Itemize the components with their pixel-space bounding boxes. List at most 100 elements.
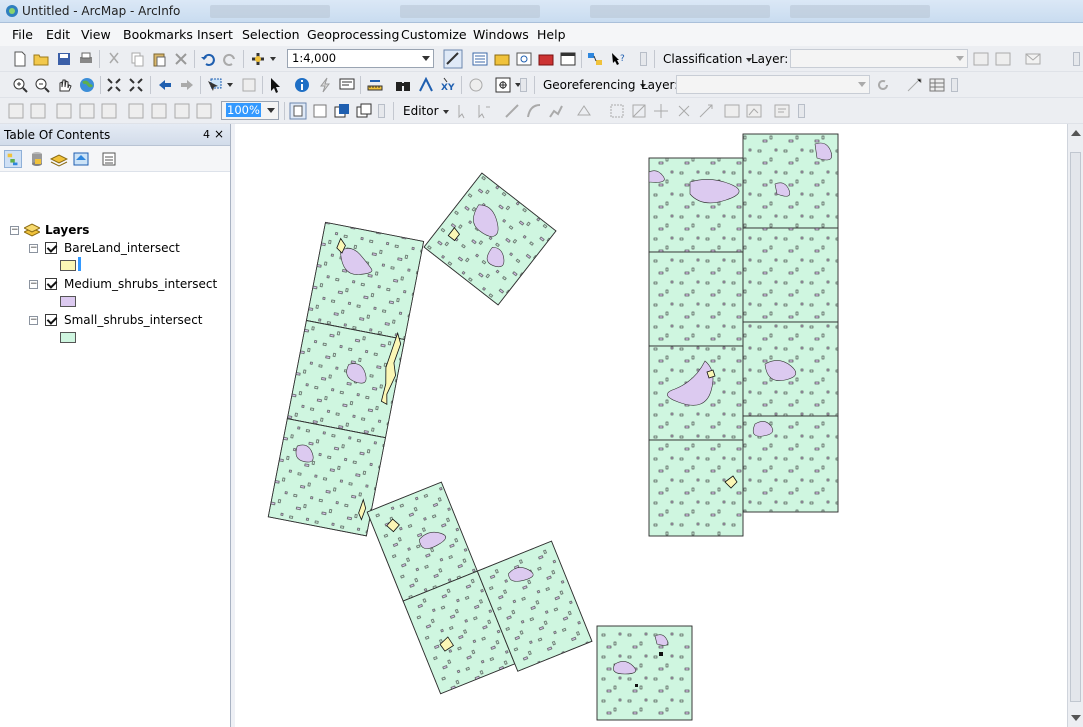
map-vertical-scrollbar[interactable] (1067, 124, 1083, 727)
map-tile[interactable] (648, 157, 744, 253)
select-dropdown-icon[interactable] (227, 83, 233, 87)
pan-hand-icon[interactable] (56, 77, 72, 93)
undo-icon[interactable] (200, 51, 216, 67)
layout-fixed-zoom-in-icon[interactable] (128, 103, 144, 119)
search-window-icon[interactable] (516, 51, 532, 67)
envelope-icon[interactable] (1025, 51, 1041, 67)
layers-collapse-toggle[interactable]: − (10, 226, 19, 235)
layout-pan-icon[interactable] (56, 103, 72, 119)
menu-insert[interactable]: Insert (197, 27, 233, 42)
edit-tool-icon[interactable] (455, 103, 471, 119)
chevron-down-icon[interactable] (858, 82, 866, 87)
select-features-icon[interactable] (207, 77, 223, 93)
hyperlink-lightning-icon[interactable] (317, 77, 333, 93)
edit-annotation-icon[interactable] (476, 103, 492, 119)
layout-forward-icon[interactable] (196, 103, 212, 119)
toc-options-icon[interactable] (100, 150, 118, 168)
toolbar-grip-handle[interactable] (520, 78, 527, 92)
map-tile[interactable] (742, 227, 839, 323)
html-popup-icon[interactable] (339, 77, 355, 93)
create-features-icon[interactable] (774, 103, 790, 119)
bareland-patch[interactable] (706, 369, 716, 379)
map-tile[interactable] (267, 418, 386, 537)
layer-visibility-checkbox[interactable] (45, 314, 57, 326)
toolbar-grip-handle[interactable] (378, 104, 385, 118)
layer-name-medium-shrubs[interactable]: Medium_shrubs_intersect (64, 277, 217, 291)
layout-zoom-100-icon[interactable] (101, 103, 117, 119)
find-route-icon[interactable] (418, 77, 434, 93)
classification-options-icon[interactable] (995, 51, 1011, 67)
legend-swatch-medium-shrubs[interactable] (60, 296, 76, 307)
trace-icon[interactable] (548, 103, 564, 119)
menu-view[interactable]: View (81, 27, 111, 42)
map-scale-combo[interactable]: 1:4,000 (287, 49, 434, 68)
layout-zoom-in-icon[interactable] (8, 103, 24, 119)
add-data-dropdown-icon[interactable] (270, 57, 276, 61)
zoom-out-icon[interactable] (34, 77, 50, 93)
cut-polygons-icon[interactable] (631, 103, 647, 119)
layer-collapse-toggle[interactable]: − (29, 316, 38, 325)
layer-name-small-shrubs[interactable]: Small_shrubs_intersect (64, 313, 203, 327)
menu-help[interactable]: Help (537, 27, 566, 42)
fixed-zoom-in-icon[interactable] (106, 77, 122, 93)
bareland-patch[interactable] (659, 652, 663, 656)
layout-zoom-out-icon[interactable] (30, 103, 46, 119)
identify-icon[interactable] (294, 77, 310, 93)
create-viewer-window-icon[interactable] (495, 77, 511, 93)
scrollbar-thumb[interactable] (1070, 152, 1081, 702)
toolbar-grip-handle[interactable] (798, 104, 805, 118)
whats-this-help-icon[interactable]: ? (610, 51, 626, 67)
fixed-zoom-out-icon[interactable] (128, 77, 144, 93)
delete-icon[interactable] (173, 51, 189, 67)
menu-file[interactable]: File (12, 27, 33, 42)
view-link-table-icon[interactable] (929, 77, 945, 93)
arctoolbox-icon[interactable] (538, 51, 554, 67)
layout-back-icon[interactable] (174, 103, 190, 119)
reshape-feature-icon[interactable] (609, 103, 625, 119)
copy-icon[interactable] (129, 51, 145, 67)
scroll-down-arrow-icon[interactable] (1071, 715, 1081, 721)
select-elements-icon[interactable] (268, 77, 284, 93)
sketch-properties-icon[interactable] (698, 103, 714, 119)
scroll-up-arrow-icon[interactable] (1071, 130, 1081, 136)
map-tile[interactable] (596, 625, 693, 721)
zoom-in-icon[interactable] (12, 77, 28, 93)
toggle-draft-mode-icon[interactable] (289, 102, 307, 120)
layout-zoom-whole-page-icon[interactable] (79, 103, 95, 119)
add-control-points-icon[interactable] (906, 77, 922, 93)
measure-ruler-icon[interactable] (367, 77, 383, 93)
map-tile[interactable] (305, 221, 425, 341)
redo-icon[interactable] (222, 51, 238, 67)
menu-edit[interactable]: Edit (46, 27, 70, 42)
catalog-icon[interactable] (494, 51, 510, 67)
add-data-icon[interactable] (250, 51, 266, 67)
cut-icon[interactable] (106, 51, 122, 67)
attributes-icon[interactable] (724, 103, 740, 119)
toolbar-grip-handle[interactable] (951, 78, 958, 92)
layout-fixed-zoom-out-icon[interactable] (151, 103, 167, 119)
data-driven-pages-icon[interactable] (356, 103, 372, 119)
paste-icon[interactable] (151, 51, 167, 67)
layer-visibility-checkbox[interactable] (45, 278, 57, 290)
layer-name-bareland[interactable]: BareLand_intersect (64, 241, 180, 255)
list-by-visibility-icon[interactable] (50, 150, 68, 168)
map-tile[interactable] (423, 172, 557, 306)
editor-toolbar-toggle-icon[interactable] (443, 49, 463, 69)
back-arrow-icon[interactable] (157, 77, 173, 93)
menu-bookmarks[interactable]: Bookmarks (123, 27, 193, 42)
map-display[interactable] (235, 124, 1067, 727)
table-of-contents-icon[interactable] (472, 51, 488, 67)
focus-data-frame-icon[interactable] (312, 103, 328, 119)
find-binoculars-icon[interactable] (395, 77, 411, 93)
time-slider-icon[interactable] (468, 77, 484, 93)
model-builder-icon[interactable] (587, 51, 603, 67)
change-layout-icon[interactable] (334, 103, 350, 119)
editor-menu[interactable]: Editor (403, 104, 449, 118)
split-tool-icon[interactable] (653, 103, 669, 119)
clear-selection-icon[interactable] (241, 77, 257, 93)
toolbar-grip-handle[interactable] (640, 52, 647, 66)
chevron-down-icon[interactable] (422, 56, 430, 61)
pin-icon[interactable]: 4 (203, 128, 210, 141)
legend-swatch-bareland[interactable] (60, 260, 76, 271)
classification-layer-combo[interactable] (790, 49, 968, 68)
